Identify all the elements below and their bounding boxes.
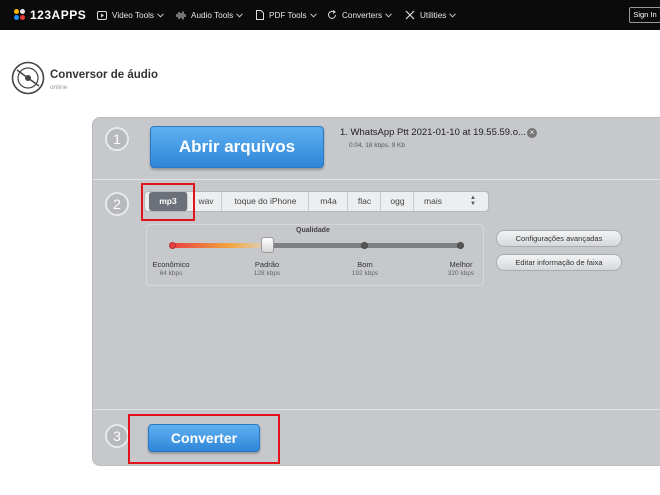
divider [93,409,660,410]
step-number: 1 [105,127,129,151]
nav-label: Video Tools [112,10,155,20]
tools-icon [405,10,415,20]
refresh-icon [327,10,337,20]
slider-stop[interactable] [361,242,368,249]
quality-level-rate: 64 kbps [159,270,183,277]
top-navigation-bar: 123APPS Video Tools Audio Tools PDF Tool… [0,0,660,30]
format-tab-m4a[interactable]: m4a [310,192,348,211]
chevron-down-icon [236,11,244,20]
logo-dots-icon [14,9,26,21]
quality-level-name: Bom [357,260,373,269]
nav-pdf-tools[interactable]: PDF Tools [256,0,317,30]
format-tab-ogg[interactable]: ogg [382,192,414,211]
nav-label: PDF Tools [269,10,307,20]
nav-label: Audio Tools [191,10,234,20]
page-title: Conversor de áudio [50,69,158,81]
quality-slider-handle[interactable] [261,237,274,253]
quality-slider-track[interactable] [172,243,461,248]
play-icon [97,10,107,20]
page-subtitle: online [50,84,68,91]
quality-level-name: Padrão [254,260,280,269]
format-tab-flac[interactable]: flac [349,192,381,211]
format-tabs: mp3 wav toque do iPhone m4a flac ogg mai… [144,191,489,212]
document-icon [256,10,264,20]
dropdown-arrows-icon[interactable]: ▲ ▼ [470,195,476,207]
remove-file-icon[interactable]: × [527,128,537,138]
file-meta: 0:04, 18 kbps, 9 Kb [349,142,406,149]
chevron-down-icon [449,11,457,20]
highlight-box-format [141,183,195,221]
nav-utilities[interactable]: Utilities [405,0,457,30]
quality-level-rate: 320 kbps [447,270,475,277]
advanced-settings-button[interactable]: Configurações avançadas [496,230,622,247]
chevron-down-icon [309,11,317,20]
nav-label: Converters [342,10,383,20]
edit-track-info-button[interactable]: Editar informação de faixa [496,254,622,271]
brand-logo[interactable]: 123APPS [14,8,86,22]
quality-level-rate: 128 kbps [253,270,281,277]
highlight-box-convert [128,414,280,464]
format-tab-wav[interactable]: wav [191,192,222,211]
file-name: 1. WhatsApp Ptt 2021-01-10 at 19.55.59.o… [340,127,526,138]
nav-converters[interactable]: Converters [327,0,392,30]
quality-level-name: Econômico [152,260,190,269]
divider [93,179,660,180]
brand-name: 123APPS [30,8,87,22]
chevron-down-icon [157,11,164,20]
slider-stop[interactable] [457,242,464,249]
format-tab-more[interactable]: mais [415,192,451,211]
step-number: 3 [105,424,129,448]
sign-in-button[interactable]: Sign In [629,7,660,23]
quality-level-name: Melhor [449,260,473,269]
open-files-button[interactable]: Abrir arquivos [150,126,324,168]
nav-label: Utilities [420,10,447,20]
nav-video-tools[interactable]: Video Tools [97,0,164,30]
nav-audio-tools[interactable]: Audio Tools [176,0,244,30]
format-tab-ringtone[interactable]: toque do iPhone [223,192,309,211]
chevron-down-icon [385,11,392,20]
quality-label: Qualidade [296,227,330,234]
slider-stop[interactable] [169,242,176,249]
waveform-icon [176,11,186,20]
step-number: 2 [105,192,129,216]
vinyl-record-icon [11,61,45,95]
quality-level-rate: 192 kbps [351,270,379,277]
